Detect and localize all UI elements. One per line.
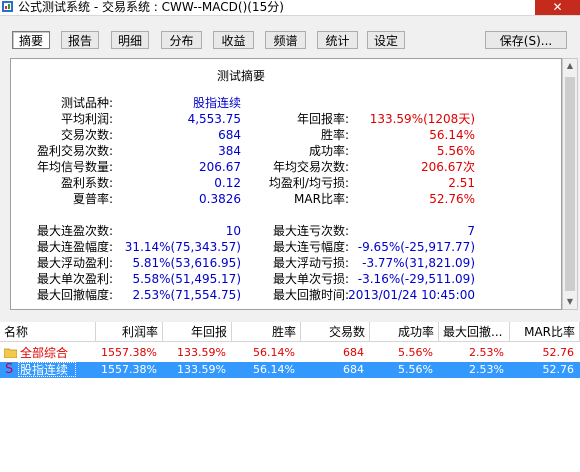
value-max-win-streak: 10 [225,224,241,238]
scroll-up-icon[interactable]: ▲ [563,59,577,73]
value-max-single-loss: -3.16%(-29,511.09) [357,272,475,286]
scroll-thumb[interactable] [565,77,575,291]
col-header-name[interactable]: 名称 [0,322,96,342]
label-max-single-loss: 最大单次亏损: [272,272,349,286]
summary-scrollbar[interactable]: ▲ ▼ [562,58,578,310]
label-max-drawdown-time: 最大回撤时间: [272,288,349,302]
value-avg-win-loss: 2.51 [448,176,475,190]
tab-report[interactable]: 报告 [61,31,99,49]
tab-profit[interactable]: 收益 [213,31,254,49]
col-header-success-rate[interactable]: 成功率 [370,322,439,342]
value-annual-trades: 206.67次 [421,160,475,174]
value-annual-return: 133.59%(1208天) [369,112,475,126]
row-trade-count: 684 [343,346,364,359]
value-max-float-profit: 5.81%(53,616.95) [132,256,241,270]
value-max-drawdown: 2.53%(71,554.75) [132,288,241,302]
label-max-win-streak: 最大连盈次数: [36,224,113,238]
label-trade-count: 交易次数: [60,128,113,142]
label-avg-profit: 平均利润: [60,112,113,126]
value-max-float-loss: -3.77%(31,821.09) [362,256,475,270]
label-sharpe: 夏普率: [72,192,113,206]
col-header-mar-ratio[interactable]: MAR比率 [510,322,580,342]
value-mar-ratio: 52.76% [429,192,475,206]
value-win-rate: 56.14% [429,128,475,142]
table-row[interactable]: 全部综合 1557.38% 133.59% 56.14% 684 5.56% 2… [0,345,580,361]
row-max-drawdown: 2.53% [469,346,504,359]
value-test-variety: 股指连续 [192,96,241,110]
label-mar-ratio: MAR比率: [294,192,349,206]
row-mar-ratio: 52.76 [542,346,575,359]
tab-settings[interactable]: 设定 [367,31,405,49]
results-table: 名称 利润率 年回报 胜率 交易数 成功率 最大回撤... MAR比率 全部综合… [0,322,580,472]
label-max-single-profit: 最大单次盈利: [36,272,113,286]
label-win-rate: 胜率: [320,128,349,142]
value-win-trades: 384 [218,144,241,158]
row-profit-rate: 1557.38% [101,346,157,359]
row-win-rate: 56.14% [253,346,295,359]
label-max-loss-streak: 最大连亏次数: [272,224,349,238]
summary-panel: 测试摘要 测试品种: 股指连续 平均利润: 4,553.75 交易次数: 684… [10,58,562,310]
title-bar: 公式测试系统 - 交易系统 : CWW--MACD()(15分) ✕ [0,0,580,16]
label-max-drawdown: 最大回撤幅度: [36,288,113,302]
tab-statistics[interactable]: 统计 [317,31,358,49]
label-success-rate: 成功率: [308,144,349,158]
row-trade-count: 684 [343,363,364,376]
table-row-selected[interactable]: S 股指连续 1557.38% 133.59% 56.14% 684 5.56%… [0,362,580,378]
row-annual-return: 133.59% [177,346,226,359]
label-annual-trades: 年均交易次数: [272,160,349,174]
value-annual-signals: 206.67 [199,160,241,174]
row-success-rate: 5.56% [398,363,433,376]
row-profit-rate: 1557.38% [101,363,157,376]
summary-title: 测试摘要 [216,69,265,83]
value-avg-profit: 4,553.75 [187,112,241,126]
row-win-rate: 56.14% [253,363,295,376]
label-max-float-profit: 最大浮动盈利: [36,256,113,270]
tab-bar: 摘要 报告 明细 分布 收益 频谱 统计 设定 保存(S)... [0,27,580,53]
label-max-float-loss: 最大浮动亏损: [272,256,349,270]
row-name: 全部综合 [20,346,69,360]
label-max-loss-range: 最大连亏幅度: [272,240,349,254]
row-name: 股指连续 [20,363,69,377]
label-test-variety: 测试品种: [60,96,113,110]
label-annual-return: 年回报率: [296,112,349,126]
window-title: 公式测试系统 - 交易系统 : CWW--MACD()(15分) [18,0,284,14]
tab-summary[interactable]: 摘要 [12,31,50,49]
value-max-loss-streak: 7 [467,224,475,238]
tab-detail[interactable]: 明细 [111,31,149,49]
close-button[interactable]: ✕ [535,0,580,15]
row-annual-return: 133.59% [177,363,226,376]
label-avg-win-loss: 均盈利/均亏损: [268,176,349,190]
app-icon [2,1,13,12]
col-header-annual-return[interactable]: 年回报 [163,322,232,342]
label-win-trades: 盈利交易次数: [36,144,113,158]
label-max-win-range: 最大连盈幅度: [36,240,113,254]
value-max-single-profit: 5.58%(51,495.17) [132,272,241,286]
save-button[interactable]: 保存(S)... [485,31,567,49]
row-mar-ratio: 52.76 [542,363,575,376]
value-trade-count: 684 [218,128,241,142]
value-max-drawdown-time: 2013/01/24 10:45:00 [348,288,475,302]
value-success-rate: 5.56% [436,144,475,158]
value-sharpe: 0.3826 [199,192,241,206]
scroll-down-icon[interactable]: ▼ [563,295,577,309]
row-success-rate: 5.56% [398,346,433,359]
tab-spectrum[interactable]: 频谱 [265,31,306,49]
label-profit-factor: 盈利系数: [60,176,113,190]
col-header-win-rate[interactable]: 胜率 [232,322,301,342]
label-annual-signals: 年均信号数量: [36,160,113,174]
col-header-max-drawdown[interactable]: 最大回撤... [439,322,510,342]
col-header-trade-count[interactable]: 交易数 [301,322,370,342]
value-max-loss-range: -9.65%(-25,917.77) [357,240,475,254]
col-header-profit-rate[interactable]: 利润率 [96,322,163,342]
value-max-win-range: 31.14%(75,343.57) [124,240,241,254]
row-max-drawdown: 2.53% [469,363,504,376]
tab-distribution[interactable]: 分布 [161,31,202,49]
value-profit-factor: 0.12 [214,176,241,190]
